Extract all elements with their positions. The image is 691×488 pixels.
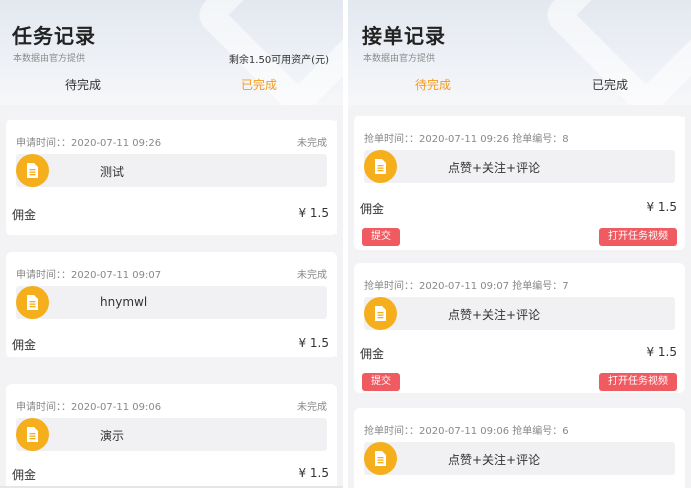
card-edge bbox=[6, 232, 337, 238]
task-card[interactable]: 申请时间：：2020-07-11 09:26 未完成 测试 佣金 ¥ 1.5 bbox=[6, 117, 337, 238]
task-name: 演示 bbox=[100, 429, 125, 443]
task-info: 点赞+关注+评论 bbox=[364, 442, 675, 475]
balance-text: 剩余1.50可用资产(元) bbox=[228, 55, 329, 66]
document-icon bbox=[364, 442, 397, 475]
document-icon bbox=[16, 154, 49, 187]
page-title: 接单记录 bbox=[362, 24, 446, 48]
order-card: 抢单时间：：2020-07-11 09:06 抢单编号：6 点赞+关注+评论 bbox=[354, 408, 685, 488]
grab-time: 抢单时间：：2020-07-11 09:26 抢单编号：8 bbox=[364, 134, 569, 145]
task-record-panel: 任务记录 本数据由官方提供 剩余1.50可用资产(元) 待完成 已完成 申请时间… bbox=[0, 0, 343, 488]
task-info: 测试 bbox=[16, 154, 327, 187]
task-name: 点赞+关注+评论 bbox=[448, 161, 541, 175]
task-card[interactable]: 申请时间：：2020-07-11 09:06 未完成 演示 佣金 ¥ 1.5 bbox=[6, 384, 337, 488]
task-name: 点赞+关注+评论 bbox=[448, 453, 541, 467]
order-card: 抢单时间：：2020-07-11 09:26 抢单编号：8 点赞+关注+评论 佣… bbox=[354, 113, 685, 250]
page-subtitle: 本数据由官方提供 bbox=[13, 54, 86, 64]
task-info: hnymwl bbox=[16, 286, 327, 319]
commission-label: 佣金 bbox=[12, 338, 37, 352]
open-video-button[interactable]: 打开任务视频 bbox=[599, 373, 677, 391]
grab-time: 抢单时间：：2020-07-11 09:06 抢单编号：6 bbox=[364, 426, 569, 437]
page-subtitle: 本数据由官方提供 bbox=[363, 54, 436, 64]
tab-pending[interactable]: 待完成 bbox=[65, 76, 101, 93]
status-badge: 未完成 bbox=[297, 138, 327, 149]
task-name: 测试 bbox=[100, 165, 125, 179]
task-name: hnymwl bbox=[100, 295, 148, 309]
document-icon bbox=[364, 150, 397, 183]
commission-value: ¥ 1.5 bbox=[646, 345, 677, 359]
document-icon bbox=[16, 418, 49, 451]
card-edge bbox=[6, 117, 337, 123]
card-edge bbox=[354, 113, 685, 119]
order-record-header: 接单记录 本数据由官方提供 待完成 已完成 bbox=[348, 0, 691, 105]
order-record-panel: 接单记录 本数据由官方提供 待完成 已完成 抢单时间：：2020-07-11 0… bbox=[348, 0, 691, 488]
commission-label: 佣金 bbox=[12, 208, 37, 222]
commission-label: 佣金 bbox=[360, 202, 385, 216]
grab-time: 抢单时间：：2020-07-11 09:07 抢单编号：7 bbox=[364, 281, 569, 292]
submit-button[interactable]: 提交 bbox=[362, 228, 400, 246]
tab-bar: 待完成 已完成 bbox=[348, 76, 691, 100]
task-record-header: 任务记录 本数据由官方提供 剩余1.50可用资产(元) 待完成 已完成 bbox=[0, 0, 343, 105]
commission-label: 佣金 bbox=[12, 468, 37, 482]
task-info: 点赞+关注+评论 bbox=[364, 297, 675, 330]
apply-time: 申请时间：：2020-07-11 09:26 bbox=[16, 138, 162, 149]
commission-value: ¥ 1.5 bbox=[646, 200, 677, 214]
apply-time: 申请时间：：2020-07-11 09:07 bbox=[16, 270, 162, 281]
apply-time: 申请时间：：2020-07-11 09:06 bbox=[16, 402, 162, 413]
commission-label: 佣金 bbox=[360, 347, 385, 361]
document-icon bbox=[16, 286, 49, 319]
commission-value: ¥ 1.5 bbox=[298, 206, 329, 220]
tab-bar: 待完成 已完成 bbox=[0, 76, 343, 100]
submit-button[interactable]: 提交 bbox=[362, 373, 400, 391]
task-name: 点赞+关注+评论 bbox=[448, 308, 541, 322]
status-badge: 未完成 bbox=[297, 402, 327, 413]
order-card: 抢单时间：：2020-07-11 09:07 抢单编号：7 点赞+关注+评论 佣… bbox=[354, 263, 685, 393]
task-card[interactable]: 申请时间：：2020-07-11 09:07 未完成 hnymwl 佣金 ¥ 1… bbox=[6, 252, 337, 360]
task-info: 点赞+关注+评论 bbox=[364, 150, 675, 183]
task-info: 演示 bbox=[16, 418, 327, 451]
document-icon bbox=[364, 297, 397, 330]
status-badge: 未完成 bbox=[297, 270, 327, 281]
commission-value: ¥ 1.5 bbox=[298, 466, 329, 480]
tab-completed[interactable]: 已完成 bbox=[241, 76, 277, 93]
commission-value: ¥ 1.5 bbox=[298, 336, 329, 350]
tab-completed[interactable]: 已完成 bbox=[592, 76, 628, 93]
card-edge bbox=[6, 354, 337, 360]
open-video-button[interactable]: 打开任务视频 bbox=[599, 228, 677, 246]
page-title: 任务记录 bbox=[12, 24, 96, 48]
tab-pending[interactable]: 待完成 bbox=[415, 76, 451, 93]
